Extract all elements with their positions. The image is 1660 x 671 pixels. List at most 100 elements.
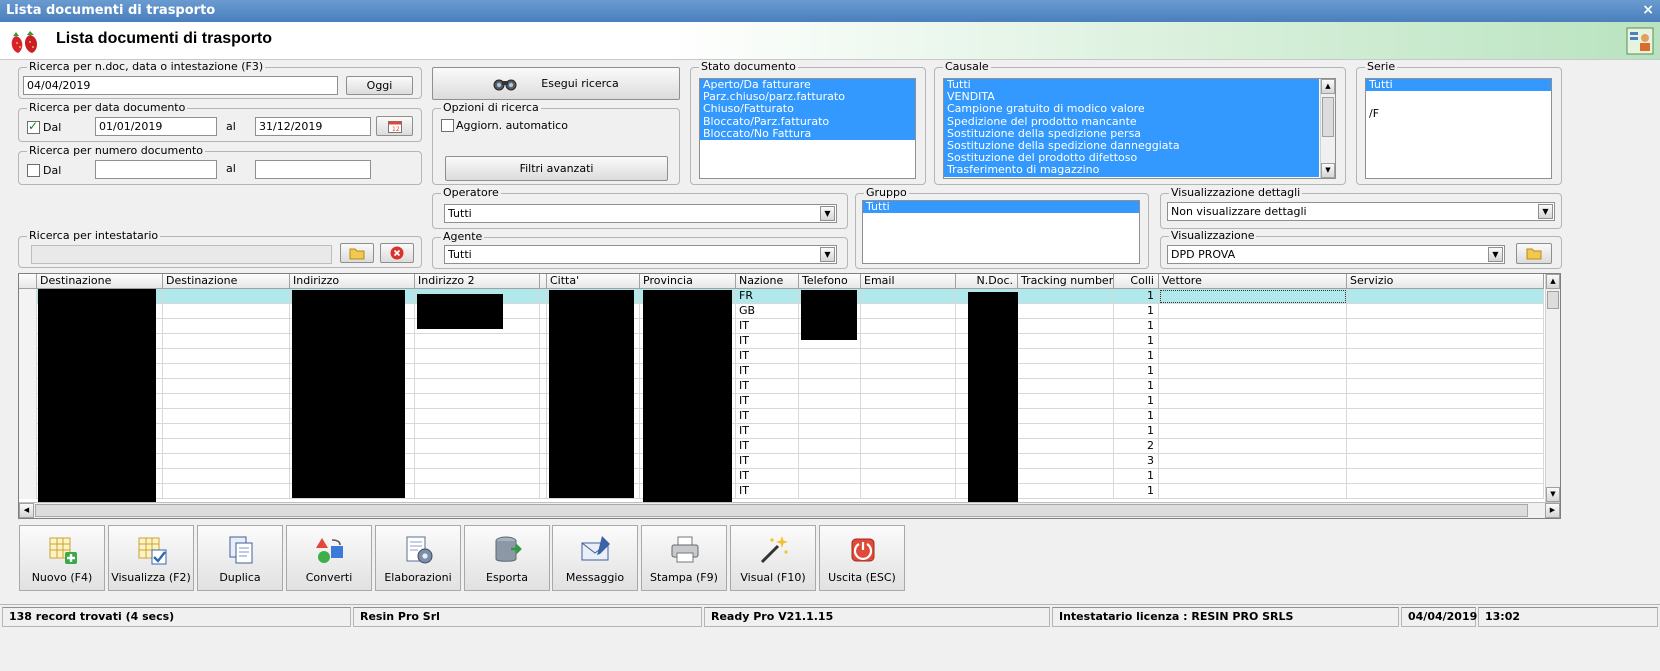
date-to-input[interactable]: 31/12/2019	[255, 117, 371, 136]
cell-vettore[interactable]	[1159, 289, 1347, 304]
status-item[interactable]: Chiuso/Fatturato	[700, 103, 915, 116]
table-cell[interactable]	[163, 379, 290, 394]
table-cell[interactable]	[799, 424, 861, 439]
table-cell[interactable]	[861, 469, 956, 484]
table-cell[interactable]	[799, 379, 861, 394]
table-row[interactable]: IT 3	[19, 454, 1544, 469]
cell-colli[interactable]: 2	[1114, 439, 1159, 454]
table-cell[interactable]	[1018, 379, 1114, 394]
table-cell[interactable]	[1018, 289, 1114, 304]
table-cell[interactable]	[1347, 439, 1544, 454]
row-selector[interactable]	[19, 424, 37, 439]
table-cell[interactable]	[1159, 379, 1347, 394]
cell-nazione[interactable]: GB	[736, 304, 799, 319]
table-row[interactable]: GB 1	[19, 304, 1544, 319]
row-selector[interactable]	[19, 349, 37, 364]
calendar-button[interactable]: 12	[376, 116, 413, 136]
table-cell[interactable]	[1018, 424, 1114, 439]
table-cell[interactable]	[1159, 424, 1347, 439]
table-cell[interactable]	[1347, 484, 1544, 499]
table-cell[interactable]	[1159, 409, 1347, 424]
table-cell[interactable]	[1159, 319, 1347, 334]
table-row[interactable]: IT 1	[19, 484, 1544, 499]
table-cell[interactable]	[540, 289, 547, 304]
table-cell[interactable]	[540, 454, 547, 469]
table-cell[interactable]	[540, 349, 547, 364]
search-ndoc-input[interactable]: 04/04/2019	[23, 76, 338, 95]
table-cell[interactable]	[163, 454, 290, 469]
table-cell[interactable]	[799, 409, 861, 424]
documents-table[interactable]: Destinazione Destinazione Indirizzo Indi…	[18, 273, 1561, 519]
reason-item[interactable]: Tutti	[944, 79, 1319, 92]
status-item[interactable]: Bloccato/No Fattura	[700, 127, 915, 141]
cell-nazione[interactable]: IT	[736, 394, 799, 409]
column-header[interactable]: Provincia	[640, 274, 736, 289]
cell-colli[interactable]: 1	[1114, 364, 1159, 379]
table-cell[interactable]	[1159, 439, 1347, 454]
row-selector[interactable]	[19, 304, 37, 319]
column-header[interactable]: Email	[861, 274, 956, 289]
cell-colli[interactable]: 1	[1114, 469, 1159, 484]
holder-input[interactable]	[31, 245, 332, 264]
scroll-up-icon[interactable]: ▲	[1546, 274, 1560, 289]
row-selector[interactable]	[19, 439, 37, 454]
scroll-thumb[interactable]	[1322, 97, 1334, 137]
table-cell[interactable]	[861, 424, 956, 439]
table-cell[interactable]	[1347, 364, 1544, 379]
group-item[interactable]: Tutti	[863, 201, 1139, 214]
close-icon[interactable]: ×	[1642, 2, 1654, 18]
table-row[interactable]: IT 1	[19, 334, 1544, 349]
row-selector[interactable]	[19, 484, 37, 499]
table-cell[interactable]	[540, 469, 547, 484]
print-button[interactable]: Stampa (F9)	[641, 525, 727, 591]
column-header[interactable]: Nazione	[736, 274, 799, 289]
table-cell[interactable]	[1018, 349, 1114, 364]
table-cell[interactable]	[415, 379, 540, 394]
table-cell[interactable]	[163, 469, 290, 484]
reason-list[interactable]: Tutti VENDITA Campione gratuito di modic…	[943, 78, 1336, 179]
table-cell[interactable]	[1018, 409, 1114, 424]
table-row[interactable]: FR 1	[19, 289, 1544, 304]
table-row[interactable]: IT 1	[19, 409, 1544, 424]
reason-item[interactable]: Campione gratuito di modico valore	[944, 103, 1319, 116]
cell-nazione[interactable]: IT	[736, 349, 799, 364]
agent-select[interactable]: Tutti ▼	[444, 245, 837, 264]
table-cell[interactable]	[1347, 394, 1544, 409]
table-cell[interactable]	[415, 334, 540, 349]
table-cell[interactable]	[1159, 394, 1347, 409]
chevron-down-icon[interactable]: ▼	[1488, 247, 1503, 262]
table-row[interactable]: IT 1	[19, 364, 1544, 379]
table-cell[interactable]	[163, 409, 290, 424]
scroll-left-icon[interactable]: ◀	[19, 503, 34, 518]
cell-nazione[interactable]: IT	[736, 454, 799, 469]
table-cell[interactable]	[163, 484, 290, 499]
cell-nazione[interactable]: IT	[736, 379, 799, 394]
table-cell[interactable]	[1159, 349, 1347, 364]
users-chart-icon[interactable]	[1626, 26, 1654, 56]
series-item[interactable]	[1366, 91, 1551, 103]
table-cell[interactable]	[415, 454, 540, 469]
duplicate-button[interactable]: Duplica	[197, 525, 283, 591]
cell-nazione[interactable]: IT	[736, 319, 799, 334]
cell-nazione[interactable]: IT	[736, 409, 799, 424]
cell-colli[interactable]: 1	[1114, 349, 1159, 364]
chevron-down-icon[interactable]: ▼	[820, 206, 835, 221]
view-button[interactable]: Visualizza (F2)	[108, 525, 194, 591]
table-cell[interactable]	[1018, 484, 1114, 499]
table-cell[interactable]	[861, 409, 956, 424]
row-selector[interactable]	[19, 394, 37, 409]
table-cell[interactable]	[540, 484, 547, 499]
table-cell[interactable]	[1347, 319, 1544, 334]
chevron-down-icon[interactable]: ▼	[1538, 204, 1553, 219]
table-cell[interactable]	[1159, 469, 1347, 484]
table-cell[interactable]	[1159, 364, 1347, 379]
reason-scrollbar[interactable]: ▲ ▼	[1320, 79, 1335, 178]
cell-nazione[interactable]: IT	[736, 439, 799, 454]
table-cell[interactable]	[1347, 304, 1544, 319]
table-cell[interactable]	[163, 349, 290, 364]
scroll-thumb[interactable]	[35, 504, 1528, 517]
column-header[interactable]: N.Doc.	[956, 274, 1018, 289]
visual-button[interactable]: Visual (F10)	[730, 525, 816, 591]
table-cell[interactable]	[415, 484, 540, 499]
chevron-down-icon[interactable]: ▼	[820, 247, 835, 262]
